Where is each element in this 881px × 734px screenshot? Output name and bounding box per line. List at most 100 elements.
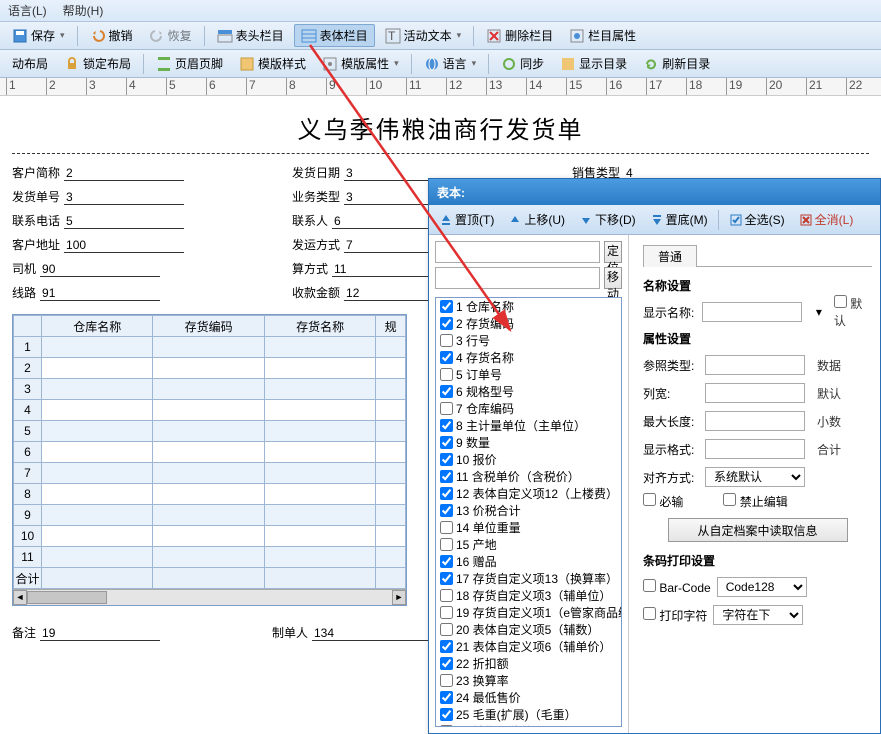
remark-value[interactable]: 19 bbox=[40, 626, 160, 641]
table-cell[interactable] bbox=[153, 442, 264, 463]
table-header[interactable]: 仓库名称 bbox=[42, 316, 153, 337]
language-button[interactable]: 语言▾ bbox=[418, 53, 483, 74]
column-list-item[interactable]: 24 最低售价 bbox=[436, 689, 621, 706]
noedit-checkbox[interactable] bbox=[723, 493, 736, 506]
horizontal-scrollbar[interactable]: ◄ ► bbox=[13, 589, 406, 605]
moveto-input[interactable] bbox=[435, 267, 600, 289]
column-checkbox[interactable] bbox=[440, 317, 453, 330]
column-checkbox[interactable] bbox=[440, 385, 453, 398]
table-header[interactable]: 存货编码 bbox=[153, 316, 264, 337]
column-checkbox[interactable] bbox=[440, 623, 453, 636]
table-cell[interactable] bbox=[42, 400, 153, 421]
undo-button[interactable]: 撤销 bbox=[84, 25, 139, 46]
row-number[interactable]: 11 bbox=[14, 547, 42, 568]
column-checkbox[interactable] bbox=[440, 725, 453, 727]
form-value[interactable]: 5 bbox=[64, 214, 184, 229]
save-button[interactable]: 保存▾ bbox=[6, 25, 71, 46]
column-list-item[interactable]: 4 存货名称 bbox=[436, 349, 621, 366]
menu-help[interactable]: 帮助(H) bbox=[63, 2, 104, 19]
table-cell[interactable] bbox=[153, 463, 264, 484]
table-cell[interactable] bbox=[376, 379, 406, 400]
column-checkbox[interactable] bbox=[440, 470, 453, 483]
row-number[interactable]: 5 bbox=[14, 421, 42, 442]
table-cell[interactable] bbox=[153, 547, 264, 568]
column-checkbox[interactable] bbox=[440, 708, 453, 721]
template-prop-button[interactable]: 模版属性▾ bbox=[316, 53, 405, 74]
table-cell[interactable] bbox=[42, 421, 153, 442]
table-cell[interactable] bbox=[376, 526, 406, 547]
move-top-button[interactable]: 置顶(T) bbox=[433, 208, 500, 231]
table-cell[interactable] bbox=[264, 358, 375, 379]
column-checkbox[interactable] bbox=[440, 334, 453, 347]
column-checkbox[interactable] bbox=[440, 368, 453, 381]
table-cell[interactable] bbox=[42, 484, 153, 505]
row-number[interactable]: 3 bbox=[14, 379, 42, 400]
table-header[interactable]: 存货名称 bbox=[264, 316, 375, 337]
table-cell[interactable] bbox=[376, 358, 406, 379]
table-cell[interactable] bbox=[376, 547, 406, 568]
table-cell[interactable] bbox=[42, 337, 153, 358]
dispfmt-input[interactable] bbox=[705, 439, 805, 459]
column-prop-button[interactable]: 栏目属性 bbox=[563, 25, 642, 46]
moveto-button[interactable]: 移动到 bbox=[604, 267, 622, 289]
lock-layout-button[interactable]: 锁定布局 bbox=[58, 53, 137, 74]
table-cell[interactable] bbox=[42, 505, 153, 526]
scroll-thumb[interactable] bbox=[27, 591, 107, 604]
column-list-item[interactable]: 21 表体自定义项6（辅单价） bbox=[436, 638, 621, 655]
printchar-pos-select[interactable]: 字符在下 bbox=[713, 605, 803, 625]
move-bottom-button[interactable]: 置底(M) bbox=[644, 208, 714, 231]
barcode-checkbox[interactable] bbox=[643, 579, 656, 592]
row-number[interactable]: 6 bbox=[14, 442, 42, 463]
table-cell[interactable] bbox=[153, 484, 264, 505]
column-list-item[interactable]: 5 订单号 bbox=[436, 366, 621, 383]
display-name-input[interactable] bbox=[702, 302, 802, 322]
table-cell[interactable] bbox=[264, 463, 375, 484]
table-body-button[interactable]: 表体栏目 bbox=[294, 24, 375, 47]
column-list-item[interactable]: 8 主计量单位（主单位） bbox=[436, 417, 621, 434]
table-head-button[interactable]: 表头栏目 bbox=[211, 25, 290, 46]
row-number[interactable]: 9 bbox=[14, 505, 42, 526]
column-checkbox[interactable] bbox=[440, 674, 453, 687]
default-name-checkbox[interactable] bbox=[834, 295, 847, 308]
column-checkbox[interactable] bbox=[440, 691, 453, 704]
column-checkbox[interactable] bbox=[440, 402, 453, 415]
table-header[interactable] bbox=[14, 316, 42, 337]
column-checkbox[interactable] bbox=[440, 606, 453, 619]
printchar-checkbox[interactable] bbox=[643, 607, 656, 620]
deselect-all-button[interactable]: 全消(L) bbox=[793, 208, 860, 231]
column-list-item[interactable]: 2 存货编码 bbox=[436, 315, 621, 332]
redo-button[interactable]: 恢复 bbox=[143, 25, 198, 46]
column-list[interactable]: 1 仓库名称2 存货编码3 行号4 存货名称5 订单号6 规格型号7 仓库编码8… bbox=[435, 297, 622, 727]
template-style-button[interactable]: 模版样式 bbox=[233, 53, 312, 74]
table-cell[interactable] bbox=[42, 526, 153, 547]
form-value[interactable]: 3 bbox=[64, 190, 184, 205]
table-cell[interactable] bbox=[264, 442, 375, 463]
column-checkbox[interactable] bbox=[440, 453, 453, 466]
delete-column-button[interactable]: 删除栏目 bbox=[480, 25, 559, 46]
barcode-type-select[interactable]: Code128 bbox=[717, 577, 807, 597]
table-cell[interactable] bbox=[376, 463, 406, 484]
column-list-item[interactable]: 19 存货自定义项1（e管家商品编 bbox=[436, 604, 621, 621]
table-cell[interactable] bbox=[153, 379, 264, 400]
table-cell[interactable] bbox=[42, 358, 153, 379]
header-footer-button[interactable]: 页眉页脚 bbox=[150, 53, 229, 74]
column-checkbox[interactable] bbox=[440, 504, 453, 517]
table-cell[interactable] bbox=[264, 526, 375, 547]
table-cell[interactable] bbox=[153, 400, 264, 421]
table-cell[interactable] bbox=[376, 484, 406, 505]
row-number[interactable]: 1 bbox=[14, 337, 42, 358]
table-cell[interactable] bbox=[264, 337, 375, 358]
row-number[interactable]: 7 bbox=[14, 463, 42, 484]
read-from-file-button[interactable]: 从自定档案中读取信息 bbox=[668, 518, 848, 542]
table-cell[interactable] bbox=[153, 526, 264, 547]
column-list-item[interactable]: 12 表体自定义项12（上楼费） bbox=[436, 485, 621, 502]
scroll-left-arrow[interactable]: ◄ bbox=[13, 590, 27, 605]
active-text-button[interactable]: T活动文本▾ bbox=[379, 25, 468, 46]
select-all-button[interactable]: 全选(S) bbox=[723, 208, 791, 231]
column-list-item[interactable]: 23 换算率 bbox=[436, 672, 621, 689]
column-list-item[interactable]: 9 数量 bbox=[436, 434, 621, 451]
form-value[interactable]: 90 bbox=[40, 262, 160, 277]
column-checkbox[interactable] bbox=[440, 300, 453, 313]
table-cell[interactable] bbox=[153, 505, 264, 526]
table-cell[interactable] bbox=[264, 505, 375, 526]
